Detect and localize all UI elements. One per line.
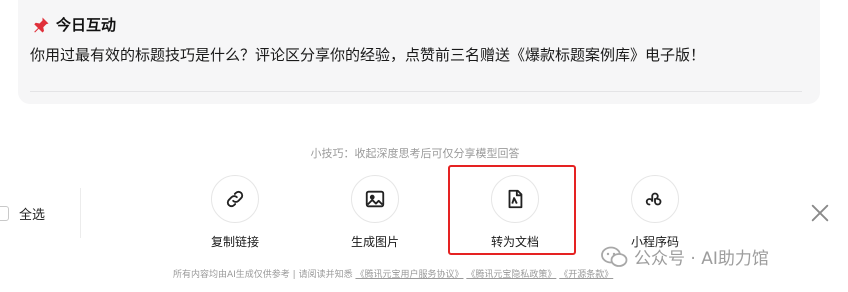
select-all-toggle[interactable]: 全选 [0,204,45,223]
mini-program-code-circle[interactable] [631,175,679,223]
select-all-checkbox[interactable] [0,206,9,221]
vertical-divider [80,188,81,238]
miniprogram-icon [645,192,662,206]
copy-link-circle[interactable] [211,175,259,223]
convert-to-document-label: 转为文档 [490,235,539,249]
mini-program-code-button[interactable]: 小程序码 [615,175,695,250]
close-icon[interactable] [809,202,831,224]
user-agreement-link[interactable]: 《腾讯元宝用户服务协议》 [355,270,463,280]
watermark-text: 公众号 · AI助力馆 [634,249,769,269]
generate-image-button[interactable]: 生成图片 [335,175,415,250]
image-icon [365,190,385,208]
generate-image-circle[interactable] [351,175,399,223]
footer-disclaimer: 所有内容均由AI生成仅供参考 | 请阅读并知悉 《腾讯元宝用户服务协议》 《腾讯… [0,267,848,280]
select-all-label: 全选 [19,208,46,223]
card-divider [30,91,802,92]
footer-prefix: 所有内容均由AI生成仅供参考 | 请阅读并知悉 [173,270,353,280]
convert-to-document-circle[interactable] [491,175,539,223]
pushpin-icon [34,17,49,32]
wechat-icon [601,246,628,267]
copy-link-label: 复制链接 [210,235,259,249]
privacy-policy-link[interactable]: 《腾讯元宝隐私政策》 [466,270,556,280]
link-icon [226,190,244,208]
card-title: 今日互动 [32,14,116,35]
share-tip: 小技巧：收起深度思考后可仅分享模型回答 [310,147,520,160]
open-source-terms-link[interactable]: 《开源条款》 [559,270,613,280]
watermark: 公众号 · AI助力馆 [600,244,769,269]
document-icon [508,189,523,209]
generate-image-label: 生成图片 [350,235,399,249]
interaction-card: 今日互动 你用过最有效的标题技巧是什么？评论区分享你的经验，点赞前三名赠送《爆款… [18,0,820,104]
copy-link-button[interactable]: 复制链接 [195,175,275,250]
card-body-text: 你用过最有效的标题技巧是什么？评论区分享你的经验，点赞前三名赠送《爆款标题案例库… [30,46,706,64]
card-title-text: 今日互动 [56,16,117,34]
convert-to-document-button[interactable]: 转为文档 [475,175,555,250]
